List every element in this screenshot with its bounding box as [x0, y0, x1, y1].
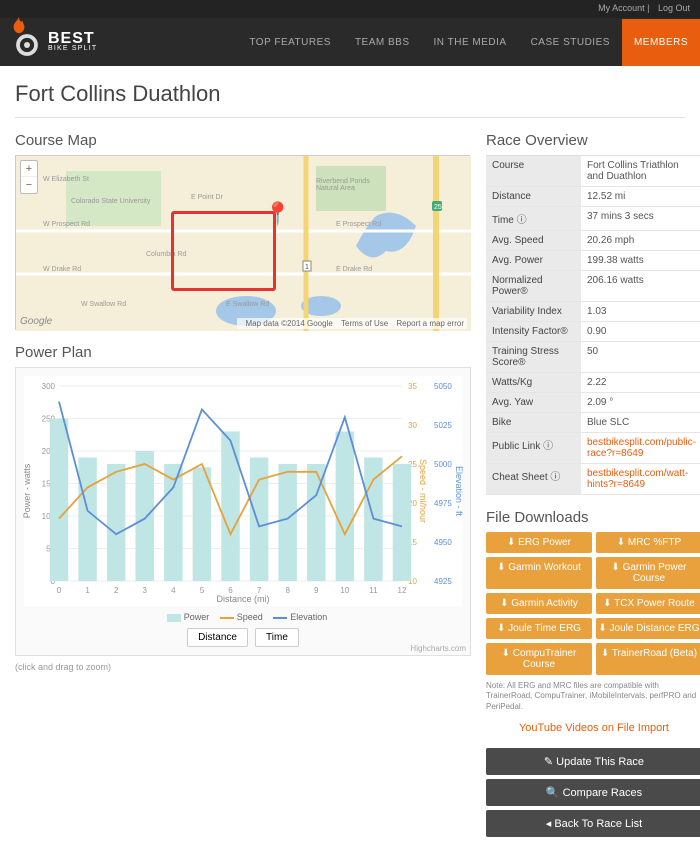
overview-row: Training Stress Score®50: [486, 342, 700, 373]
overview-row: Watts/Kg2.22: [486, 373, 700, 393]
overview-row: Avg. Power199.38 watts: [486, 251, 700, 271]
time-button[interactable]: Time: [255, 628, 299, 647]
nav-in-the-media[interactable]: IN THE MEDIA: [422, 19, 519, 66]
svg-text:5000: 5000: [434, 460, 452, 469]
back-to-list-button[interactable]: ◂ Back To Race List: [486, 810, 700, 837]
overview-row: Normalized Power®206.16 watts: [486, 271, 700, 302]
header: BEST BIKE SPLIT TOP FEATURES TEAM BBS IN…: [0, 18, 700, 66]
overview-row: Distance12.52 mi: [486, 187, 700, 207]
map-pin-icon: 📍: [264, 201, 291, 227]
svg-text:30: 30: [408, 421, 417, 430]
overview-row: BikeBlue SLC: [486, 413, 700, 433]
svg-text:1: 1: [305, 264, 309, 271]
svg-text:8: 8: [285, 586, 290, 595]
svg-text:5050: 5050: [434, 382, 452, 391]
legend-speed-swatch: [220, 617, 234, 619]
svg-text:25: 25: [434, 204, 442, 211]
svg-text:5: 5: [200, 586, 205, 595]
power-plan-heading: Power Plan: [15, 344, 471, 361]
legend-power-swatch: [167, 614, 181, 622]
download-button[interactable]: ⬇ ERG Power: [486, 532, 592, 553]
overview-row: Avg. Yaw2.09 °: [486, 393, 700, 413]
download-button[interactable]: ⬇ Garmin Workout: [486, 557, 592, 589]
google-logo: Google: [20, 316, 52, 327]
overview-row: Time ⓘ37 mins 3 secs: [486, 207, 700, 231]
nav-case-studies[interactable]: CASE STUDIES: [519, 19, 622, 66]
page-title: Fort Collins Duathlon: [15, 81, 685, 107]
svg-text:9: 9: [314, 586, 319, 595]
route-overlay: [171, 211, 276, 291]
topbar: My Account | Log Out: [0, 0, 700, 18]
main-nav: TOP FEATURES TEAM BBS IN THE MEDIA CASE …: [237, 19, 700, 66]
download-button[interactable]: ⬇ CompuTrainer Course: [486, 643, 592, 675]
logo[interactable]: BEST BIKE SPLIT: [12, 27, 237, 57]
x-axis-label: Distance (mi): [216, 594, 269, 604]
svg-text:4950: 4950: [434, 538, 452, 547]
svg-text:4975: 4975: [434, 499, 452, 508]
y-axis-elev: Elevation - ft: [454, 466, 464, 516]
youtube-link[interactable]: YouTube Videos on File Import: [519, 722, 669, 734]
power-chart[interactable]: Power - watts Speed - mi/hour Elevation …: [24, 376, 462, 606]
download-button[interactable]: ⬇ Garmin Activity: [486, 593, 592, 614]
power-chart-box: Power - watts Speed - mi/hour Elevation …: [15, 367, 471, 656]
logout-link[interactable]: Log Out: [658, 3, 690, 13]
nav-members[interactable]: MEMBERS: [622, 19, 700, 66]
overview-table: CourseFort Collins Triathlon and Duathlo…: [486, 155, 700, 495]
downloads-grid: ⬇ ERG Power⬇ MRC %FTP⬇ Garmin Workout⬇ G…: [486, 532, 700, 675]
svg-text:4925: 4925: [434, 577, 452, 586]
report-link[interactable]: Report a map error: [396, 319, 464, 328]
race-overview-heading: Race Overview: [486, 132, 700, 149]
download-button[interactable]: ⬇ TrainerRoad (Beta): [596, 643, 700, 675]
svg-text:2: 2: [114, 586, 119, 595]
svg-text:1: 1: [85, 586, 90, 595]
download-button[interactable]: ⬇ TCX Power Route: [596, 593, 700, 614]
my-account-link[interactable]: My Account: [598, 3, 645, 13]
download-button[interactable]: ⬇ Garmin Power Course: [596, 557, 700, 589]
nav-top-features[interactable]: TOP FEATURES: [237, 19, 343, 66]
svg-text:5025: 5025: [434, 421, 452, 430]
download-button[interactable]: ⬇ Joule Time ERG: [486, 618, 592, 639]
downloads-heading: File Downloads: [486, 509, 700, 526]
distance-button[interactable]: Distance: [187, 628, 248, 647]
flame-icon: [10, 17, 28, 35]
svg-text:3: 3: [143, 586, 148, 595]
update-race-button[interactable]: ✎ Update This Race: [486, 748, 700, 775]
svg-text:4: 4: [171, 586, 176, 595]
divider: [15, 117, 685, 118]
svg-text:300: 300: [42, 382, 56, 391]
overview-row: Variability Index1.03: [486, 302, 700, 322]
compare-races-button[interactable]: 🔍 Compare Races: [486, 779, 700, 806]
course-map-heading: Course Map: [15, 132, 471, 149]
zoom-out-button[interactable]: −: [21, 177, 37, 193]
legend-elev-swatch: [273, 617, 287, 619]
download-button[interactable]: ⬇ MRC %FTP: [596, 532, 700, 553]
download-button[interactable]: ⬇ Joule Distance ERG: [596, 618, 700, 639]
course-map[interactable]: 1 25 W Elizabeth St Colorado State Unive…: [15, 155, 470, 330]
zoom-in-button[interactable]: +: [21, 161, 37, 177]
logo-text: BEST BIKE SPLIT: [48, 32, 97, 53]
svg-text:35: 35: [408, 382, 417, 391]
svg-text:11: 11: [369, 586, 378, 595]
chart-legend: Power Speed Elevation: [24, 612, 462, 622]
nav-team-bbs[interactable]: TEAM BBS: [343, 19, 422, 66]
gear-icon: [12, 27, 42, 57]
overview-row: Cheat Sheet ⓘbestbikesplit.com/watt-hint…: [486, 464, 700, 495]
svg-text:0: 0: [57, 586, 62, 595]
highcharts-credit: Highcharts.com: [410, 644, 466, 653]
svg-text:12: 12: [398, 586, 407, 595]
map-controls: + −: [20, 160, 38, 194]
overview-row: Avg. Speed20.26 mph: [486, 231, 700, 251]
terms-link[interactable]: Terms of Use: [341, 319, 388, 328]
overview-row: Public Link ⓘbestbikesplit.com/public-ra…: [486, 433, 700, 464]
overview-row: CourseFort Collins Triathlon and Duathlo…: [486, 156, 700, 187]
svg-text:10: 10: [340, 586, 349, 595]
downloads-note: Note: All ERG and MRC files are compatib…: [486, 681, 700, 712]
y-axis-speed: Speed - mi/hour: [418, 459, 428, 523]
zoom-hint: (click and drag to zoom): [15, 662, 471, 672]
overview-row: Intensity Factor®0.90: [486, 322, 700, 342]
y-axis-power: Power - watts: [22, 464, 32, 519]
map-footer: Map data ©2014 Google Terms of Use Repor…: [237, 318, 467, 329]
